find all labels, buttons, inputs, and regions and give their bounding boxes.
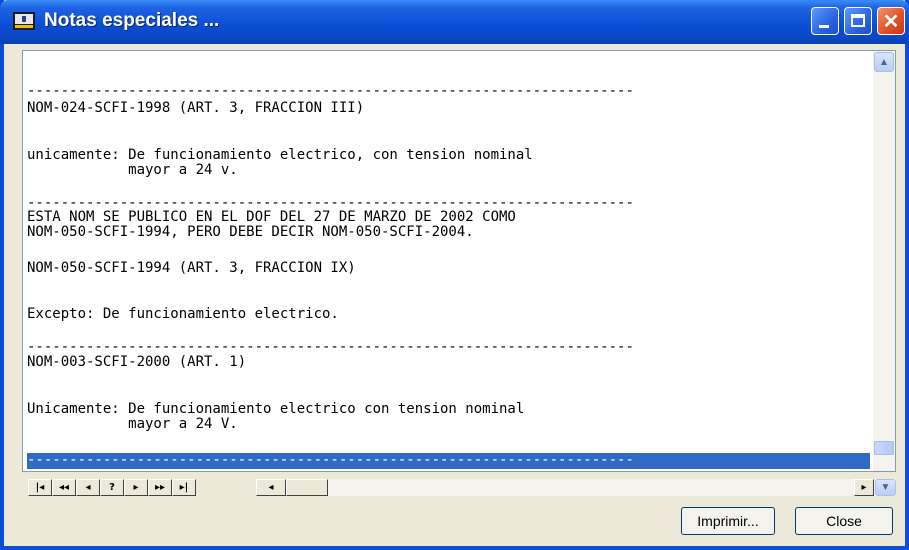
separator-line: ----------------------------------------… (27, 339, 634, 355)
notepad-app-icon (13, 12, 35, 30)
maximize-button[interactable] (844, 7, 872, 35)
scroll-up-icon[interactable]: ▲ (874, 52, 894, 72)
note-line: mayor a 24 v. (27, 162, 238, 178)
note-line: NOM-050-SCFI-1994 (ART. 3, FRACCION IX) (27, 260, 356, 276)
note-line: mayor a 24 V. (27, 416, 238, 432)
record-navigator-bar: |◂ ◂◂ ◂ ? ▸ ▸▸ ▸| ◂ ▸ ▼ (22, 475, 896, 497)
first-record-button[interactable]: |◂ (28, 479, 52, 496)
note-line: NOM-003-SCFI-2000 (ART. 1) (27, 354, 247, 370)
note-line: unicamente: De funcionamiento electrico,… (27, 147, 533, 163)
horizontal-scrollbar[interactable]: ◂ ▸ ▼ (256, 479, 896, 496)
notes-text[interactable]: ----------------------------------------… (27, 51, 870, 469)
prior-page-button[interactable]: ◂◂ (52, 479, 76, 496)
vertical-scrollbar[interactable]: ▲ (873, 51, 895, 471)
next-record-button[interactable]: ▸ (124, 479, 148, 496)
scroll-left-icon[interactable]: ◂ (256, 479, 286, 496)
close-icon: ✕ (882, 10, 900, 33)
notas-especiales-window: Notas especiales ... ✕ -----------------… (0, 0, 909, 550)
help-button[interactable]: ? (100, 479, 124, 496)
horizontal-scroll-thumb[interactable] (286, 479, 328, 496)
print-button[interactable]: Imprimir... (681, 507, 775, 535)
scroll-right-icon[interactable]: ▸ (854, 479, 874, 496)
next-page-button[interactable]: ▸▸ (148, 479, 172, 496)
minimize-icon (819, 25, 829, 28)
prior-record-button[interactable]: ◂ (76, 479, 100, 496)
selected-separator-line[interactable]: ----------------------------------------… (27, 453, 870, 469)
note-line: NOM-050-SCFI-1994, PERO DEBE DECIR NOM-0… (27, 224, 474, 240)
maximize-icon (851, 14, 865, 27)
title-bar[interactable]: Notas especiales ... ✕ (0, 0, 909, 44)
note-line: NOM-024-SCFI-1998 (ART. 3, FRACCION III) (27, 100, 365, 116)
notes-memo[interactable]: ----------------------------------------… (22, 50, 896, 472)
minimize-button[interactable] (811, 7, 839, 35)
vertical-scroll-thumb[interactable] (874, 441, 894, 455)
close-window-button[interactable]: ✕ (877, 7, 905, 35)
last-record-button[interactable]: ▸| (172, 479, 196, 496)
scroll-down-icon[interactable]: ▼ (875, 479, 896, 496)
note-line: Unicamente: De funcionamiento electrico … (27, 401, 525, 417)
note-line: ESTA NOM SE PUBLICO EN EL DOF DEL 27 DE … (27, 209, 516, 225)
window-title: Notas especiales ... (44, 10, 220, 31)
note-line: Excepto: De funcionamiento electrico. (27, 306, 339, 322)
separator-line: ----------------------------------------… (27, 83, 634, 99)
record-navigator: |◂ ◂◂ ◂ ? ▸ ▸▸ ▸| (28, 479, 196, 496)
close-button[interactable]: Close (795, 507, 893, 535)
